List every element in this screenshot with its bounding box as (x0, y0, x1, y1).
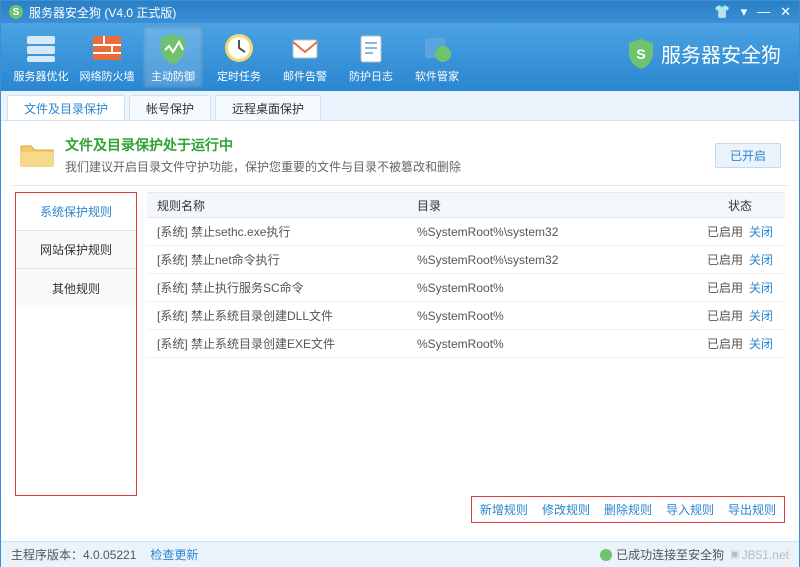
table-header: 规则名称 目录 状态 (147, 192, 785, 218)
cell-name: [系统] 禁止系统目录创建DLL文件 (147, 307, 417, 324)
nav-system-rules[interactable]: 系统保护规则 (16, 193, 136, 231)
status-bar: 主程序版本：4.0.05221 检查更新 已成功连接至安全狗 ▣JB51.net (1, 541, 799, 567)
clock-icon (221, 30, 257, 66)
check-update-link[interactable]: 检查更新 (150, 546, 198, 563)
nav-other-rules[interactable]: 其他规则 (16, 269, 136, 307)
content-area: 文件及目录保护处于运行中 我们建议开启目录文件守护功能，保护您重要的文件与目录不… (1, 121, 799, 541)
shield-defense-icon (155, 30, 191, 66)
shirt-icon[interactable]: 👕 (714, 4, 730, 20)
brand-area: S 服务器安全狗 (627, 37, 781, 69)
table-row[interactable]: [系统] 禁止sethc.exe执行%SystemRoot%\system32已… (147, 218, 785, 246)
cell-status: 已启用关闭 (695, 307, 785, 324)
toolbar-mail[interactable]: 邮件告警 (275, 26, 335, 88)
cell-dir: %SystemRoot% (417, 337, 695, 351)
software-icon (419, 30, 455, 66)
toolbar-label: 邮件告警 (283, 68, 327, 84)
toolbar-label: 网络防火墙 (80, 68, 135, 84)
subtab-account-protect[interactable]: 帐号保护 (129, 95, 211, 120)
toolbar-firewall[interactable]: 网络防火墙 (77, 26, 137, 88)
table-row[interactable]: [系统] 禁止net命令执行%SystemRoot%\system32已启用关闭 (147, 246, 785, 274)
toolbar-label: 定时任务 (217, 68, 261, 84)
action-import[interactable]: 导入规则 (666, 501, 714, 518)
header-dir[interactable]: 目录 (417, 197, 695, 214)
cell-dir: %SystemRoot%\system32 (417, 253, 695, 267)
cell-name: [系统] 禁止系统目录创建EXE文件 (147, 335, 417, 352)
menu-icon[interactable]: ▾ (741, 4, 748, 20)
log-icon (353, 30, 389, 66)
banner-title: 文件及目录保护处于运行中 (65, 135, 461, 155)
main-toolbar: 服务器优化 网络防火墙 主动防御 定时任务 邮件告警 防护日志 软件管家 S 服… (1, 23, 799, 91)
svg-text:S: S (636, 46, 645, 62)
status-toggle-button[interactable]: 已开启 (715, 143, 781, 168)
toolbar-schedule[interactable]: 定时任务 (209, 26, 269, 88)
rule-category-nav: 系统保护规则 网站保护规则 其他规则 (15, 192, 137, 496)
close-rule-link[interactable]: 关闭 (749, 225, 773, 239)
rule-actions: 新增规则 修改规则 删除规则 导入规则 导出规则 (471, 496, 785, 523)
firewall-icon (89, 30, 125, 66)
rules-table: 规则名称 目录 状态 [系统] 禁止sethc.exe执行%SystemRoot… (147, 192, 785, 496)
toolbar-software[interactable]: 软件管家 (407, 26, 467, 88)
table-row[interactable]: [系统] 禁止系统目录创建EXE文件%SystemRoot%已启用关闭 (147, 330, 785, 358)
cell-status: 已启用关闭 (695, 223, 785, 240)
app-logo-icon: S (9, 5, 23, 19)
close-button[interactable]: ✕ (780, 4, 791, 20)
brand-shield-icon: S (627, 37, 655, 69)
toolbar-label: 服务器优化 (14, 68, 69, 84)
connection-status: 已成功连接至安全狗 (600, 546, 724, 563)
cell-dir: %SystemRoot% (417, 281, 695, 295)
banner-desc: 我们建议开启目录文件守护功能，保护您重要的文件与目录不被篡改和删除 (65, 158, 461, 175)
toolbar-log[interactable]: 防护日志 (341, 26, 401, 88)
toolbar-label: 软件管家 (415, 68, 459, 84)
action-edit[interactable]: 修改规则 (542, 501, 590, 518)
close-rule-link[interactable]: 关闭 (749, 337, 773, 351)
brand-text: 服务器安全狗 (661, 39, 781, 68)
subtab-remote-protect[interactable]: 远程桌面保护 (215, 95, 321, 120)
cell-name: [系统] 禁止执行服务SC命令 (147, 279, 417, 296)
toolbar-label: 防护日志 (349, 68, 393, 84)
close-rule-link[interactable]: 关闭 (749, 281, 773, 295)
close-rule-link[interactable]: 关闭 (749, 253, 773, 267)
table-row[interactable]: [系统] 禁止执行服务SC命令%SystemRoot%已启用关闭 (147, 274, 785, 302)
nav-site-rules[interactable]: 网站保护规则 (16, 231, 136, 269)
watermark: ▣JB51.net (730, 548, 789, 562)
action-delete[interactable]: 删除规则 (604, 501, 652, 518)
table-row[interactable]: [系统] 禁止系统目录创建DLL文件%SystemRoot%已启用关闭 (147, 302, 785, 330)
cell-status: 已启用关闭 (695, 251, 785, 268)
toolbar-server-opt[interactable]: 服务器优化 (11, 26, 71, 88)
app-title: 服务器安全狗 (V4.0 正式版) (29, 4, 176, 21)
subtab-file-protect[interactable]: 文件及目录保护 (7, 95, 125, 120)
cell-name: [系统] 禁止sethc.exe执行 (147, 223, 417, 240)
action-export[interactable]: 导出规则 (728, 501, 776, 518)
toolbar-defense[interactable]: 主动防御 (143, 26, 203, 88)
status-banner: 文件及目录保护处于运行中 我们建议开启目录文件守护功能，保护您重要的文件与目录不… (11, 121, 789, 186)
version-label: 主程序版本：4.0.05221 (11, 546, 136, 563)
cell-name: [系统] 禁止net命令执行 (147, 251, 417, 268)
minimize-button[interactable]: — (757, 4, 770, 20)
server-icon (23, 30, 59, 66)
header-status[interactable]: 状态 (695, 197, 785, 214)
cell-dir: %SystemRoot% (417, 309, 695, 323)
header-name[interactable]: 规则名称 (147, 197, 417, 214)
cell-status: 已启用关闭 (695, 335, 785, 352)
action-add[interactable]: 新增规则 (480, 501, 528, 518)
cell-status: 已启用关闭 (695, 279, 785, 296)
folder-icon (19, 140, 55, 170)
cell-dir: %SystemRoot%\system32 (417, 225, 695, 239)
connection-text: 已成功连接至安全狗 (616, 546, 724, 563)
close-rule-link[interactable]: 关闭 (749, 309, 773, 323)
mail-icon (287, 30, 323, 66)
subtab-bar: 文件及目录保护 帐号保护 远程桌面保护 (1, 91, 799, 121)
status-dot-icon (600, 549, 612, 561)
titlebar: S 服务器安全狗 (V4.0 正式版) 👕 ▾ — ✕ (1, 1, 799, 23)
toolbar-label: 主动防御 (151, 68, 195, 84)
